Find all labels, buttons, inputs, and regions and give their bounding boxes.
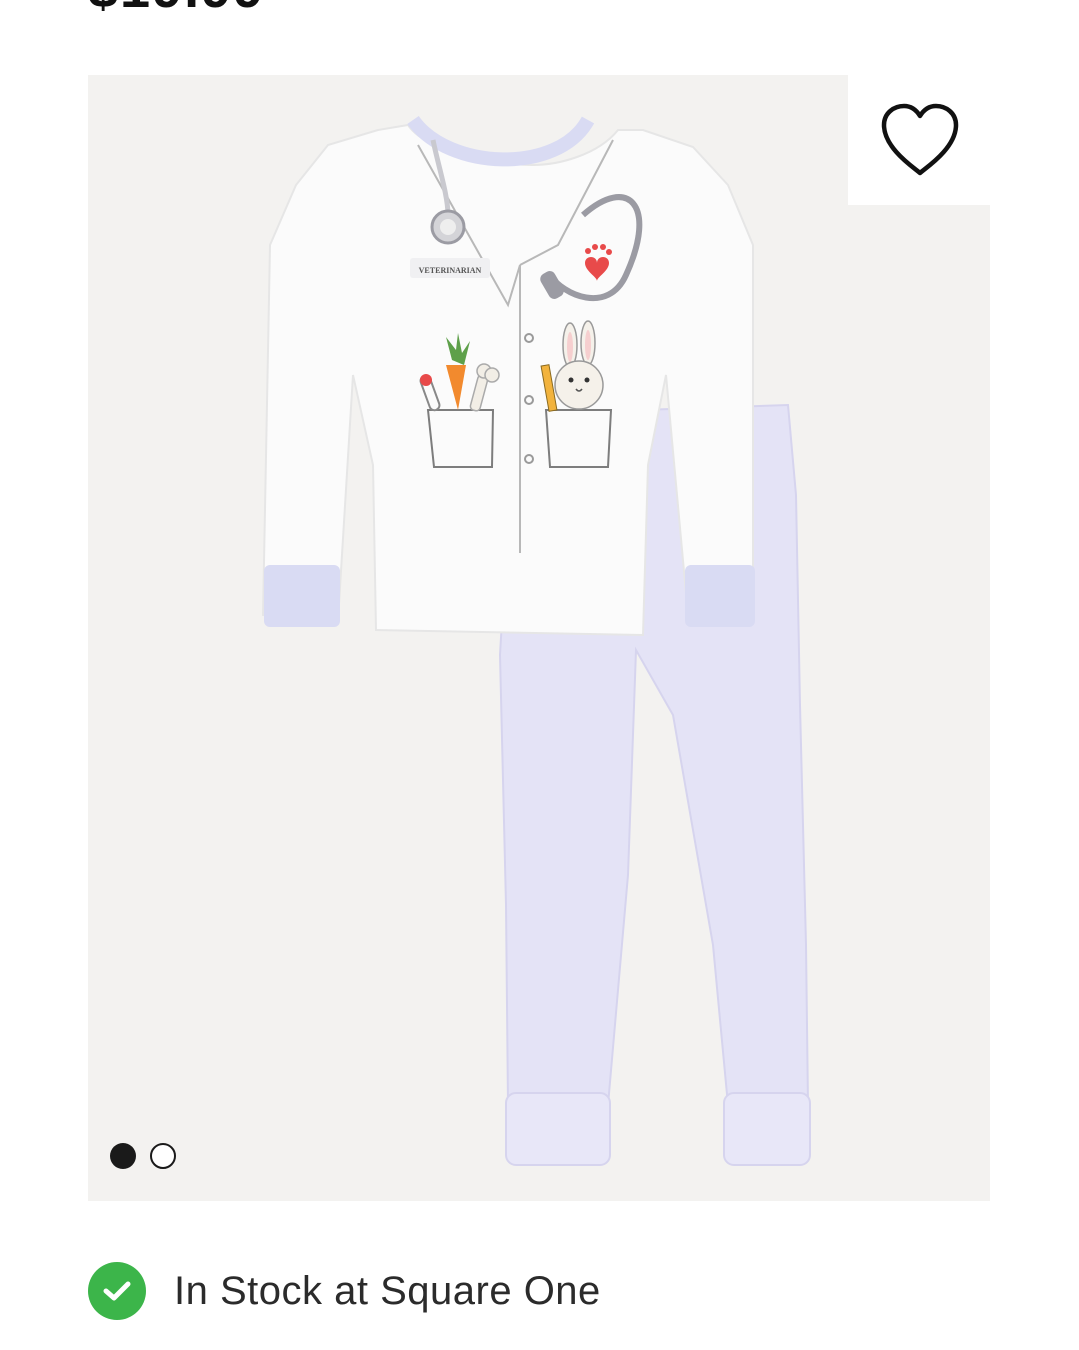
product-image-gallery[interactable]: VETERINARIAN [88, 75, 990, 1201]
heart-outline-icon [881, 103, 959, 176]
check-circle-icon [88, 1262, 146, 1320]
gallery-pagination [110, 1143, 176, 1169]
gallery-dot-1[interactable] [110, 1143, 136, 1169]
gallery-dot-2[interactable] [150, 1143, 176, 1169]
product-price: $19.99 [88, 0, 265, 16]
name-tag-text: VETERINARIAN [419, 266, 482, 275]
favorite-button[interactable] [870, 95, 970, 185]
availability-text: In Stock at Square One [174, 1268, 601, 1313]
product-image: VETERINARIAN [261, 115, 811, 1166]
availability-row: In Stock at Square One [88, 1262, 601, 1320]
